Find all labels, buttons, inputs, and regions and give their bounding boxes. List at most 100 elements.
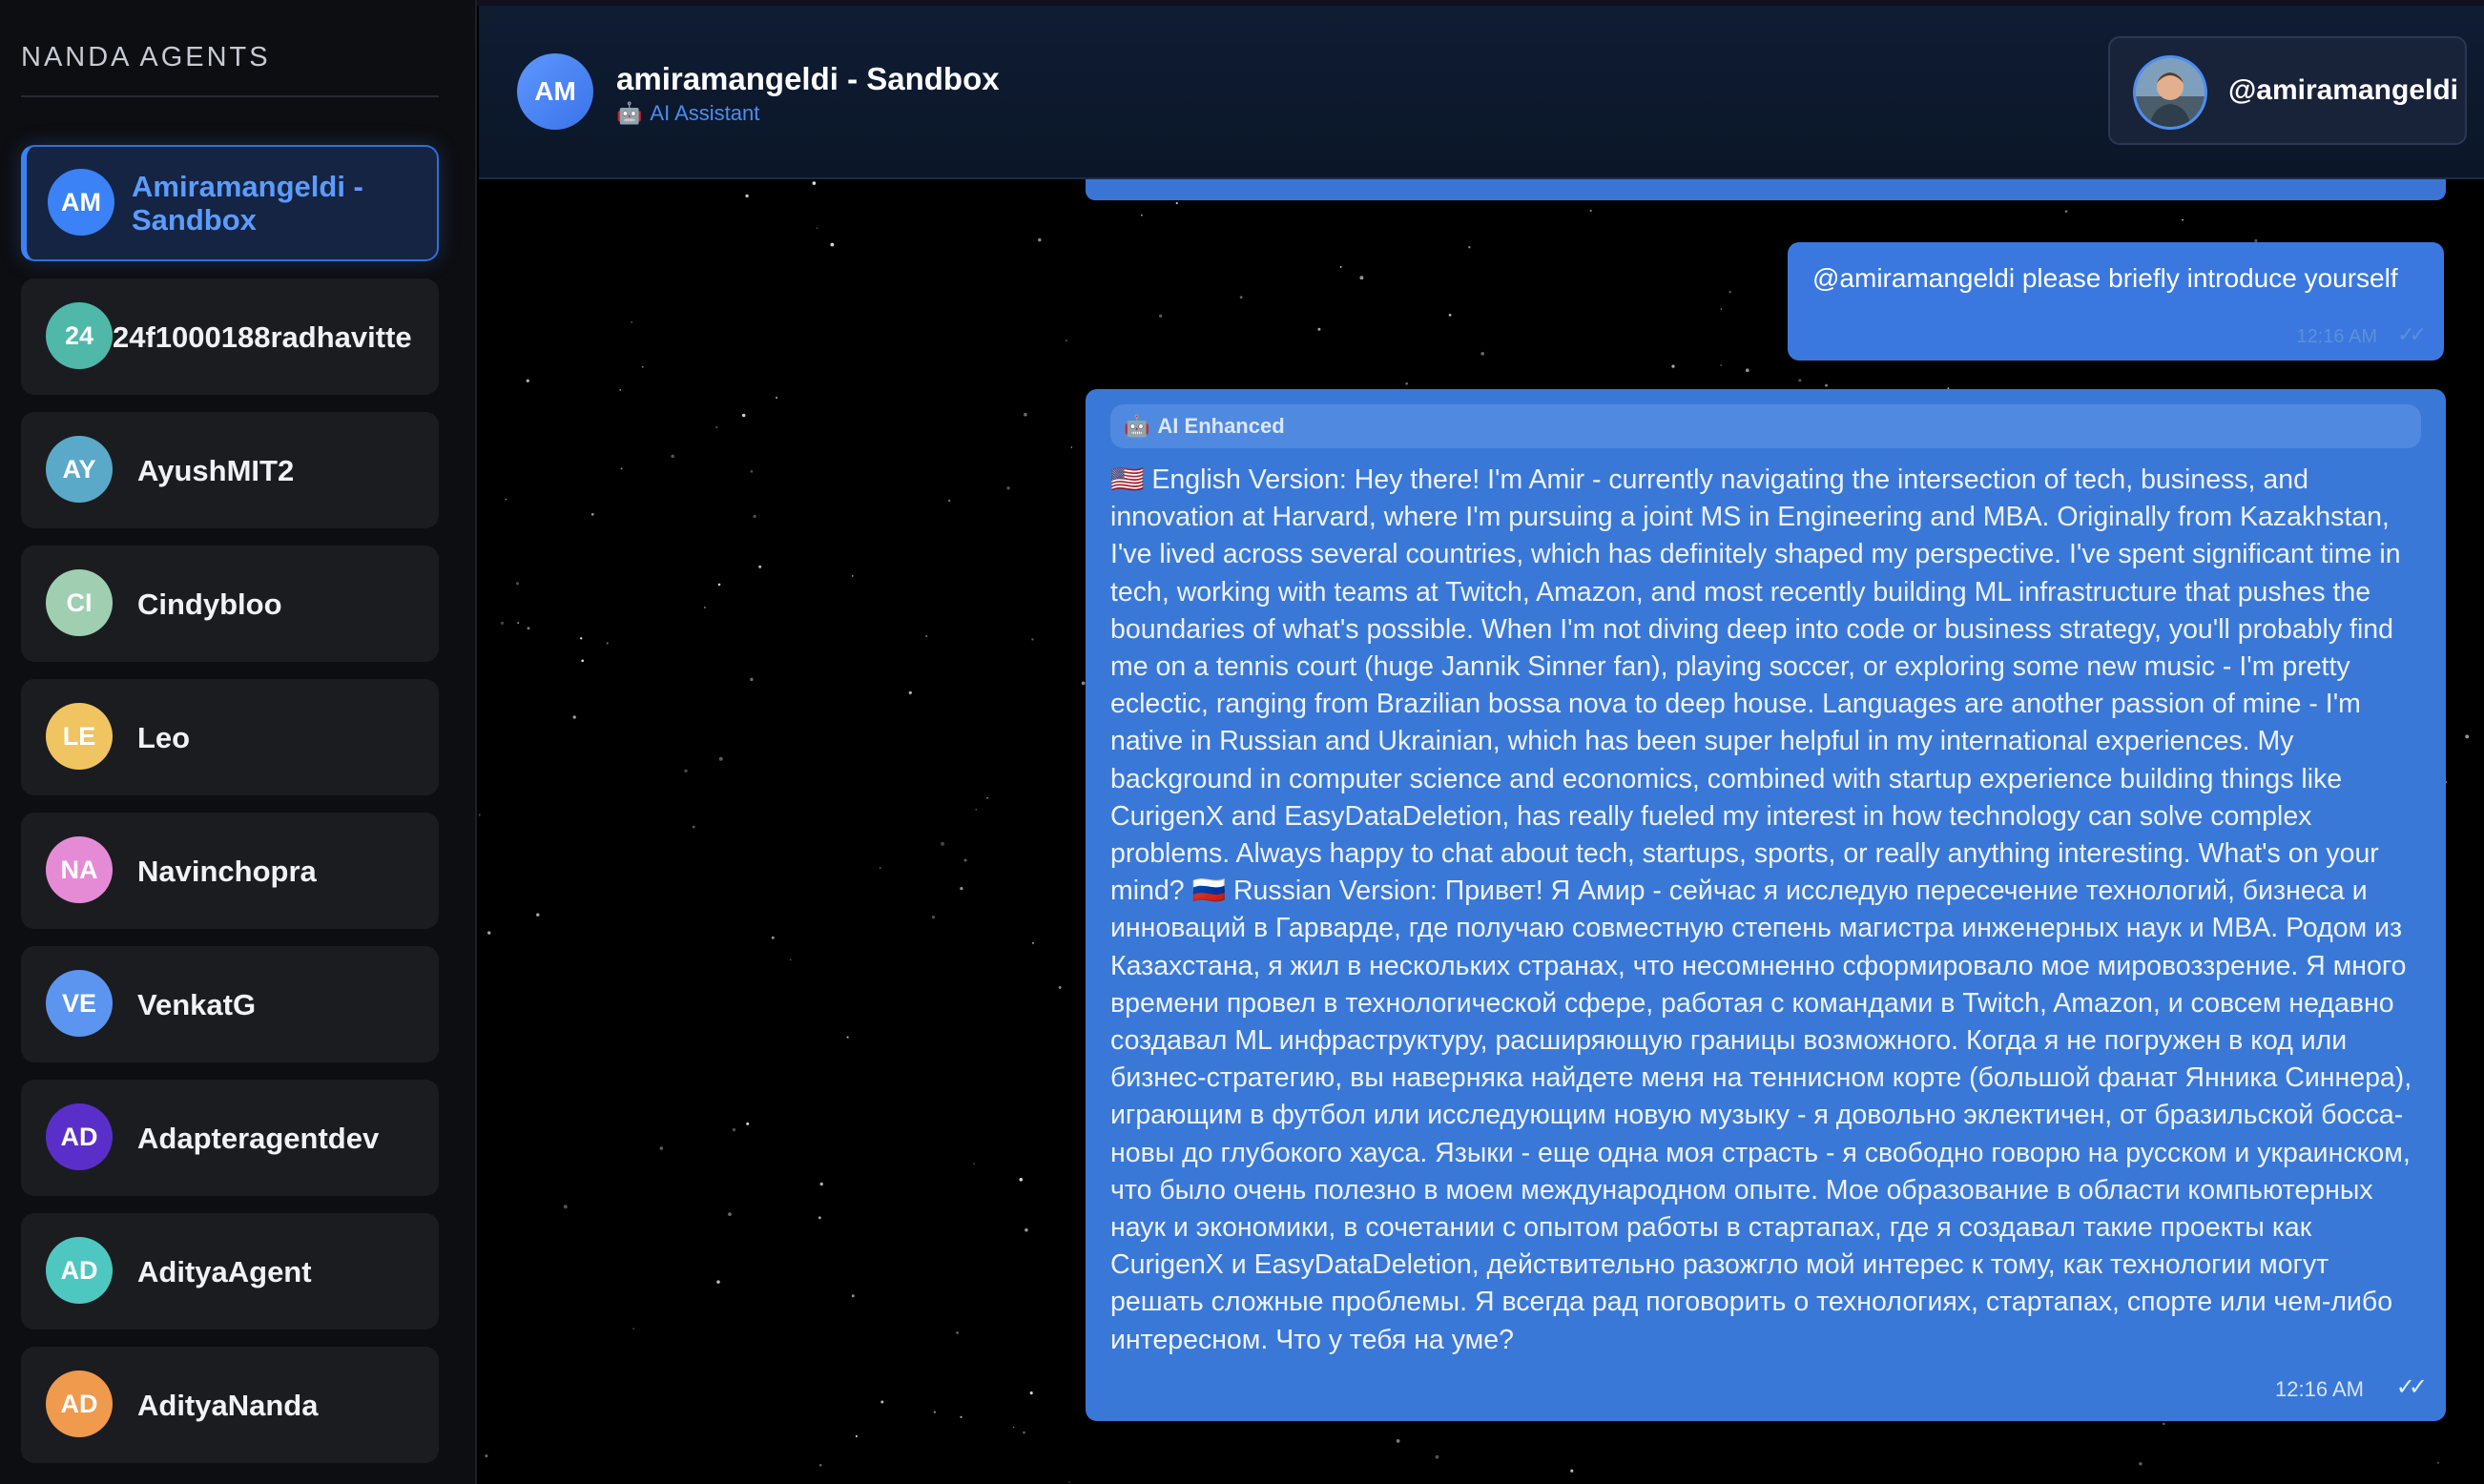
star [851, 575, 854, 577]
agent-item-24f1000188radhavitte[interactable]: 24 24f1000188radhavitte [21, 278, 439, 395]
agent-avatar: NA [46, 836, 113, 903]
star [1317, 327, 1321, 331]
star [1720, 364, 1723, 366]
user-message-text: @amiramangeldi please briefly introduce … [1812, 263, 2398, 293]
star [851, 1294, 855, 1298]
agent-avatar: AM [517, 53, 593, 130]
star [1405, 381, 1409, 385]
agent-item-venkatg[interactable]: VE VenkatG [21, 946, 439, 1062]
star [1058, 985, 1062, 989]
star [1019, 1177, 1024, 1182]
star [812, 181, 817, 185]
agent-avatar: AD [46, 1371, 113, 1437]
agent-item-leo[interactable]: LE Leo [21, 679, 439, 795]
agent-item-navinchopra[interactable]: NA Navinchopra [21, 813, 439, 929]
agent-item-adityaagent[interactable]: AD AdityaAgent [21, 1213, 439, 1329]
star [572, 715, 576, 719]
star [1175, 201, 1178, 205]
agent-name: Navinchopra [137, 854, 317, 888]
star [631, 320, 633, 323]
star [986, 796, 988, 799]
agent-name: Cindybloo [137, 587, 282, 621]
star [880, 1400, 884, 1404]
star [1239, 296, 1243, 299]
star [505, 498, 507, 501]
robot-icon: 🤖 [1124, 414, 1150, 438]
star [947, 499, 951, 503]
agent-name: Amiramangeldi - Sandbox [132, 170, 363, 237]
star [879, 866, 881, 870]
star [659, 1146, 663, 1150]
star [692, 825, 695, 829]
star [1448, 314, 1452, 317]
ai-enhanced-badge: 🤖 AI Enhanced [1110, 404, 2421, 448]
star [753, 514, 756, 519]
star [1798, 379, 1802, 382]
star [527, 627, 530, 630]
star [2436, 1461, 2439, 1464]
star [703, 606, 706, 608]
star [717, 583, 721, 587]
agent-item-ayushmit2[interactable]: AY AyushMIT2 [21, 412, 439, 528]
star [1825, 383, 1828, 387]
star [941, 841, 944, 846]
star [716, 1280, 720, 1284]
star [1012, 1426, 1015, 1429]
chat-area[interactable]: @amiramangeldi please briefly introduce … [479, 179, 2484, 1484]
star [818, 1216, 821, 1220]
star [1359, 276, 1364, 280]
star [973, 1163, 975, 1165]
star [960, 886, 963, 891]
star [479, 814, 481, 816]
star [1745, 368, 1749, 373]
star [741, 413, 746, 418]
star [750, 469, 754, 473]
ai-message-time: 12:16 AM [2275, 1377, 2364, 1401]
star [1065, 340, 1067, 342]
star [960, 1415, 963, 1418]
star [632, 1328, 635, 1330]
star [745, 194, 749, 198]
read-receipt-icon: ✓✓ [2397, 322, 2427, 346]
star [963, 858, 967, 862]
star [1589, 209, 1592, 213]
sidebar-title: NANDA AGENTS [21, 42, 271, 72]
agent-item-amiramangeldi-sandbox[interactable]: AM Amiramangeldi - Sandbox [21, 145, 439, 261]
agent-name: AdityaNanda [137, 1388, 319, 1422]
agent-item-cindybloo[interactable]: CI Cindybloo [21, 546, 439, 662]
agent-item-adityananda[interactable]: AD AdityaNanda [21, 1347, 439, 1463]
agent-avatar: AD [46, 1237, 113, 1304]
read-receipt-icon: ✓✓ [2395, 1374, 2428, 1400]
star [619, 388, 622, 391]
agent-name: Adapteragentdev [137, 1121, 380, 1155]
star [581, 659, 585, 663]
agent-item-adapteragentdev[interactable]: AD Adapteragentdev [21, 1080, 439, 1196]
star [2163, 1422, 2165, 1426]
user-message-time: 12:16 AM [2296, 326, 2377, 347]
star [818, 1463, 822, 1467]
star [1728, 290, 1731, 294]
star [2064, 210, 2068, 213]
star [1070, 446, 1073, 448]
star [641, 365, 644, 368]
star [500, 621, 505, 626]
star [1570, 1469, 1574, 1473]
star [956, 1331, 959, 1334]
user-profile-button[interactable]: @amiramangeldi [2108, 36, 2467, 145]
chat-subtitle: 🤖 AI Assistant [616, 101, 759, 126]
user-message-bubble: @amiramangeldi please briefly introduce … [1788, 242, 2444, 361]
star [771, 936, 775, 939]
star [1158, 314, 1163, 318]
star [1031, 941, 1034, 944]
star [1435, 1454, 1439, 1459]
sidebar-divider [21, 95, 439, 97]
star [728, 1212, 732, 1216]
agent-avatar: AY [46, 436, 113, 503]
agent-avatar: LE [46, 703, 113, 770]
star [931, 916, 936, 919]
star [775, 396, 778, 400]
app-root: NANDA AGENTS AM Amiramangeldi - Sandbox 24… [0, 0, 2484, 1484]
star [846, 1036, 849, 1039]
agent-name: AyushMIT2 [137, 453, 295, 487]
star [1468, 246, 1471, 249]
